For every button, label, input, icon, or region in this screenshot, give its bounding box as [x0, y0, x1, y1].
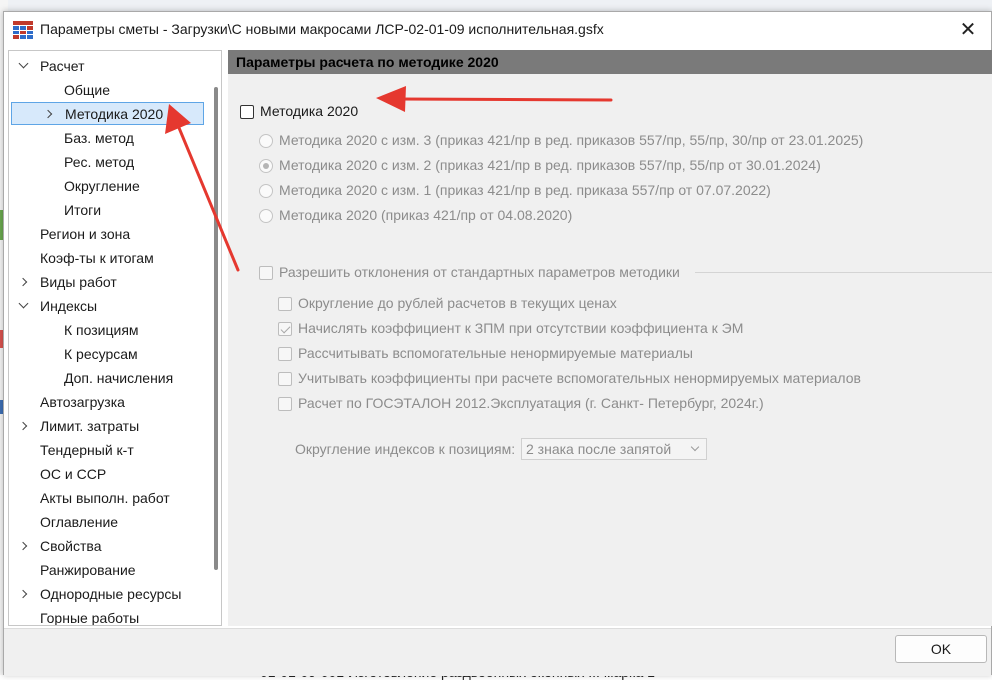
tree-item-label: К позициям: [64, 321, 139, 338]
chevron-right-icon[interactable]: [17, 276, 29, 288]
tree-item[interactable]: К ресурсам: [9, 342, 209, 365]
chevron-down-icon: [690, 442, 700, 452]
tree-item[interactable]: Ранжирование: [9, 558, 209, 581]
option-checkbox[interactable]: [278, 322, 292, 336]
methodology-radio-label: Методика 2020 с изм. 2 (приказ 421/пр в …: [279, 157, 821, 173]
methodology-2020-checkbox[interactable]: [240, 105, 254, 119]
tree-item-label: Оглавление: [40, 513, 119, 530]
tree-item[interactable]: Коэф-ты к итогам: [9, 246, 209, 269]
tree-item-label: Виды работ: [40, 273, 117, 290]
tree-item-label: Методика 2020: [65, 105, 164, 122]
tree-item[interactable]: ОС и ССР: [9, 462, 209, 485]
tree-item[interactable]: Рес. метод: [9, 150, 209, 173]
tree-item[interactable]: Оглавление: [9, 510, 209, 533]
tree-item-label: Итоги: [64, 201, 102, 218]
tree-item[interactable]: Регион и зона: [9, 222, 209, 245]
tree-item-label: ОС и ССР: [40, 465, 107, 482]
tree-item[interactable]: Свойства: [9, 534, 209, 557]
panel-header: Параметры расчета по методике 2020: [228, 50, 992, 74]
option-checkbox[interactable]: [278, 347, 292, 361]
tree-item[interactable]: Округление: [9, 174, 209, 197]
tree-item-label: Коэф-ты к итогам: [40, 249, 154, 266]
tree-item[interactable]: Методика 2020: [11, 102, 204, 125]
tree-item[interactable]: Общие: [9, 78, 209, 101]
settings-panel: Параметры расчета по методике 2020 Метод…: [228, 50, 992, 626]
tree-item[interactable]: Тендерный к-т: [9, 438, 209, 461]
close-icon[interactable]: ✕: [945, 12, 991, 46]
tree-item-label: Свойства: [40, 537, 102, 554]
option-checkbox[interactable]: [278, 297, 292, 311]
methodology-radio[interactable]: [259, 159, 273, 173]
methodology-radio-label: Методика 2020 с изм. 3 (приказ 421/пр в …: [279, 132, 864, 148]
methodology-radio-label: Методика 2020 (приказ 421/пр от 04.08.20…: [279, 207, 573, 223]
estimate-parameters-dialog: Параметры сметы - Загрузки\С новыми макр…: [3, 11, 992, 676]
settings-tree: Расчет Общие Методика 2020 Баз. метод Рес. м…: [8, 50, 222, 626]
title-bar: Параметры сметы - Загрузки\С новыми макр…: [4, 12, 991, 46]
tree-item-label: Индексы: [40, 297, 98, 314]
tree-item-label: Автозагрузка: [40, 393, 125, 410]
tree-item-label: Округление: [64, 177, 140, 194]
tree-item[interactable]: Индексы: [9, 294, 209, 317]
tree-item[interactable]: Однородные ресурсы: [9, 582, 209, 605]
allow-deviations-label: Разрешить отклонения от стандартных пара…: [279, 264, 680, 280]
tree-item[interactable]: Баз. метод: [9, 126, 209, 149]
option-checkbox-label: Округление до рублей расчетов в текущих …: [298, 295, 617, 311]
option-checkbox[interactable]: [278, 397, 292, 411]
group-separator: [695, 272, 992, 273]
methodology-2020-label: Методика 2020: [260, 103, 359, 119]
tree-item-label: Тендерный к-т: [40, 441, 134, 458]
option-checkbox-label: Начислять коэффициент к ЗПМ при отсутств…: [298, 320, 744, 336]
methodology-radio[interactable]: [259, 134, 273, 148]
rounding-select-value: 2 знака после запятой: [526, 441, 672, 457]
tree-item[interactable]: Горные работы: [9, 606, 209, 626]
tree-item-label: Регион и зона: [40, 225, 131, 242]
tree-item[interactable]: Итоги: [9, 198, 209, 221]
chevron-right-icon[interactable]: [17, 588, 29, 600]
option-checkbox-label: Учитывать коэффициенты при расчете вспом…: [298, 370, 861, 386]
chevron-down-icon[interactable]: [17, 298, 29, 312]
tree-item-label: К ресурсам: [64, 345, 138, 362]
tree-item-label: Акты выполн. работ: [40, 489, 170, 506]
methodology-radio-label: Методика 2020 с изм. 1 (приказ 421/пр в …: [279, 182, 771, 198]
chevron-right-icon[interactable]: [17, 540, 29, 552]
chevron-right-icon[interactable]: [17, 420, 29, 432]
window-title: Параметры сметы - Загрузки\С новыми макр…: [40, 21, 604, 37]
tree-item[interactable]: Доп. начисления: [9, 366, 209, 389]
tree-item[interactable]: Лимит. затраты: [9, 414, 209, 437]
tree-item[interactable]: Виды работ: [9, 270, 209, 293]
tree-item-label: Лимит. затраты: [40, 417, 140, 434]
app-grid-icon: [13, 21, 33, 39]
ok-button[interactable]: OK: [895, 635, 987, 663]
tree-item[interactable]: К позициям: [9, 318, 209, 341]
chevron-right-icon[interactable]: [42, 108, 54, 120]
tree-item[interactable]: Автозагрузка: [9, 390, 209, 413]
rounding-select[interactable]: 2 знака после запятой: [521, 438, 707, 460]
tree-item-label: Расчет: [40, 57, 85, 74]
rounding-label: Округление индексов к позициям:: [295, 441, 516, 457]
tree-item-label: Баз. метод: [64, 129, 134, 146]
dialog-footer: OK: [4, 628, 991, 676]
tree-item[interactable]: Расчет: [9, 54, 209, 77]
chevron-down-icon[interactable]: [17, 58, 29, 72]
tree-item-label: Доп. начисления: [64, 369, 174, 386]
option-checkbox-label: Расчет по ГОСЭТАЛОН 2012.Эксплуатация (г…: [298, 395, 764, 411]
option-checkbox[interactable]: [278, 372, 292, 386]
tree-item[interactable]: Акты выполн. работ: [9, 486, 209, 509]
methodology-radio[interactable]: [259, 209, 273, 223]
tree-item-label: Рес. метод: [64, 153, 135, 170]
tree-item-label: Общие: [64, 81, 111, 98]
methodology-radio[interactable]: [259, 184, 273, 198]
tree-item-label: Ранжирование: [40, 561, 136, 578]
option-checkbox-label: Рассчитывать вспомогательные ненормируем…: [298, 345, 693, 361]
allow-deviations-checkbox[interactable]: [259, 266, 273, 280]
tree-item-label: Однородные ресурсы: [40, 585, 182, 602]
tree-item-label: Горные работы: [40, 609, 140, 626]
tree-scrollbar[interactable]: [214, 87, 218, 570]
